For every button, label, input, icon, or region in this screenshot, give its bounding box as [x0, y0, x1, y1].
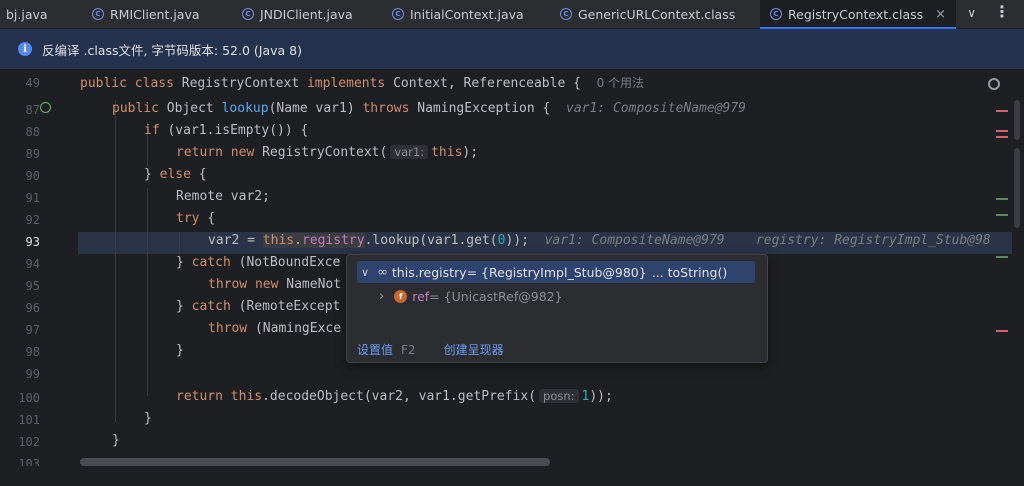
code-line-96: } catch (RemoteExcept — [176, 299, 340, 314]
chevron-down-icon[interactable]: ∨ — [967, 6, 976, 20]
error-stripe-mark[interactable] — [996, 198, 1008, 200]
code-line-92: try { — [176, 211, 215, 226]
line-number: 101 — [0, 413, 40, 427]
code-line-89: return new RegistryContext(var1:this); — [176, 145, 478, 160]
line-number: 49 — [0, 76, 40, 90]
indent-guide — [179, 232, 180, 254]
tab-rmiclient-java[interactable]: C RMIClient.java — [92, 0, 200, 28]
error-stripe-mark[interactable] — [996, 214, 1008, 216]
error-stripe-mark[interactable] — [996, 256, 1008, 258]
vertical-scrollbar[interactable] — [1014, 100, 1020, 140]
line-number: 87 — [0, 103, 40, 117]
popup-row-ref[interactable]: › f ref = {UnicastRef@982} — [379, 285, 563, 307]
inline-debug-value: registry: RegistryImpl_Stub@98 — [756, 233, 991, 248]
code-line-93: var2 = this.registry.lookup(var1.get(0))… — [208, 233, 991, 248]
tab-label: bj.java — [6, 7, 48, 22]
create-renderer-link[interactable]: 创建呈现器 — [444, 343, 504, 357]
line-number: 90 — [0, 169, 40, 183]
code-line-95: throw new NameNot — [208, 277, 341, 292]
line-number-current: 93 — [0, 235, 40, 249]
tab-genericurlcontext-class[interactable]: C GenericURLContext.class — [560, 0, 735, 28]
code-line-94: } catch (NotBoundExce — [176, 255, 340, 270]
line-number: 94 — [0, 257, 40, 271]
parameter-hint: posn: — [539, 389, 579, 403]
popup-actions: 设置值 F2 创建呈现器 — [357, 341, 504, 358]
line-number: 98 — [0, 345, 40, 359]
error-stripe-mark[interactable] — [996, 110, 1008, 112]
watch-glasses-icon: ∞ — [377, 265, 388, 280]
tab-label: RMIClient.java — [110, 7, 200, 22]
shortcut-hint: F2 — [401, 343, 416, 357]
code-line-102: } — [112, 433, 120, 448]
tab-label: GenericURLContext.class — [578, 7, 735, 22]
tab-label: RegistryContext.class — [788, 7, 923, 22]
error-stripe-mark[interactable] — [996, 130, 1008, 132]
editor-tab-bar: bj.java C RMIClient.java C JNDIClient.java… — [0, 0, 1024, 29]
line-number: 103 — [0, 457, 40, 466]
code-line-90: } else { — [144, 167, 207, 182]
code-line-97: throw (NamingExce — [208, 321, 341, 336]
to-string-link[interactable]: ... toString() — [652, 265, 728, 280]
error-stripe-mark[interactable] — [996, 330, 1008, 332]
close-icon[interactable]: × — [935, 7, 946, 22]
tab-initialcontext-java[interactable]: C InitialContext.java — [392, 0, 524, 28]
error-stripe-mark[interactable] — [996, 136, 1008, 138]
code-line-100: return this.decodeObject(var2, var1.getP… — [176, 389, 613, 404]
tab-jndiclient-java[interactable]: C JNDIClient.java — [242, 0, 353, 28]
tab-label: JNDIClient.java — [260, 7, 353, 22]
line-number: 96 — [0, 301, 40, 315]
tab-bj-java[interactable]: bj.java — [6, 0, 48, 28]
class-icon: C — [92, 8, 104, 20]
variable-name: this.registry — [392, 265, 467, 280]
indent-guide — [115, 100, 116, 422]
line-number: 92 — [0, 213, 40, 227]
tab-label: InitialContext.java — [410, 7, 524, 22]
override-gutter-icon[interactable] — [40, 102, 51, 113]
line-number: 95 — [0, 279, 40, 293]
variable-value: = {RegistryImpl_Stub@980} — [467, 265, 647, 280]
horizontal-scrollbar[interactable] — [80, 458, 550, 466]
class-icon: C — [560, 8, 572, 20]
line-number: 88 — [0, 125, 40, 139]
usage-count[interactable]: 0 个用法 — [597, 76, 644, 90]
code-line-87: public Object lookup(Name var1) throws N… — [112, 101, 746, 116]
code-line-49: public class RegistryContext implements … — [80, 74, 644, 91]
set-value-link[interactable]: 设置值 — [357, 343, 393, 357]
decompiled-info-banner: i 反编译 .class文件, 字节码版本: 52.0 (Java 8) — [0, 29, 1024, 69]
parameter-hint: var1: — [390, 145, 428, 159]
chevron-right-icon[interactable]: › — [379, 289, 384, 304]
info-icon: i — [18, 42, 32, 56]
tab-registrycontext-class[interactable]: C RegistryContext.class × — [760, 0, 956, 28]
class-icon: C — [392, 8, 404, 20]
field-icon: f — [394, 290, 407, 303]
indent-guide — [147, 188, 148, 396]
banner-text: 反编译 .class文件, 字节码版本: 52.0 (Java 8) — [42, 40, 302, 59]
line-number: 89 — [0, 147, 40, 161]
code-line-88: if (var1.isEmpty()) { — [144, 123, 308, 138]
more-vertical-icon[interactable]: ⋮ — [994, 2, 1010, 21]
chevron-down-icon[interactable]: ∨ — [361, 266, 369, 279]
line-number: 97 — [0, 323, 40, 337]
code-line-101: } — [144, 411, 152, 426]
debug-value-popup: ∨ ∞ this.registry = {RegistryImpl_Stub@9… — [346, 254, 768, 363]
inline-debug-value: var1: CompositeName@979 — [545, 233, 725, 248]
line-number: 100 — [0, 391, 40, 405]
line-number: 99 — [0, 367, 40, 381]
line-number: 102 — [0, 435, 40, 449]
variable-name: ref — [412, 289, 429, 304]
variable-value: = {UnicastRef@982} — [429, 289, 562, 304]
code-line-91: Remote var2; — [176, 189, 270, 204]
class-icon: C — [242, 8, 254, 20]
class-icon: C — [770, 8, 782, 20]
vertical-scrollbar-thumb[interactable] — [1014, 148, 1020, 228]
inline-debug-value: var1: CompositeName@979 — [566, 101, 746, 116]
code-line-98: } — [176, 343, 184, 358]
gear-icon[interactable] — [988, 78, 1000, 90]
popup-row-this-registry[interactable]: ∨ ∞ this.registry = {RegistryImpl_Stub@9… — [357, 261, 755, 283]
line-number: 91 — [0, 191, 40, 205]
